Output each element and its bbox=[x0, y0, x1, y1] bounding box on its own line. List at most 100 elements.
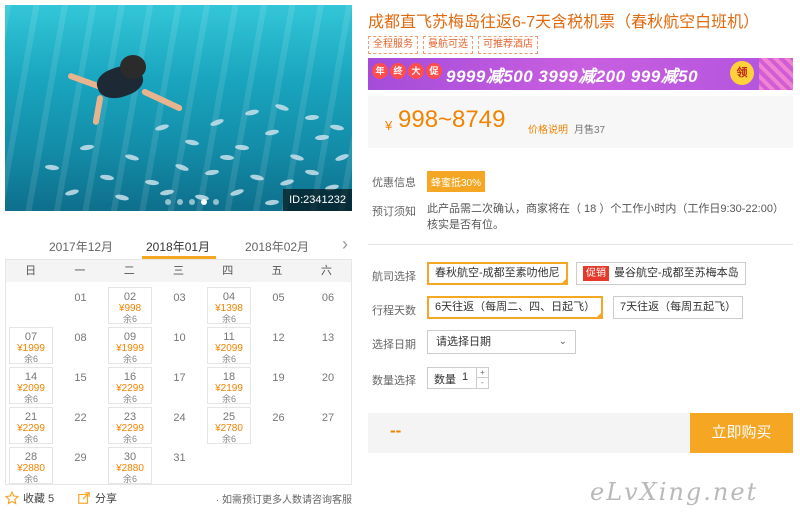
airline-option-spring[interactable]: 春秋航空-成都至素叻他尼 bbox=[427, 262, 568, 285]
day-price-value: 2880 bbox=[22, 463, 45, 474]
buy-now-button[interactable]: 立即购买 bbox=[690, 413, 793, 453]
calendar-day[interactable]: 25 ¥2780 余6 bbox=[207, 407, 251, 444]
calendar-day: 13 bbox=[306, 327, 350, 364]
increment-button[interactable]: + bbox=[476, 368, 488, 378]
day-stock: 余6 bbox=[221, 434, 236, 444]
day-price: ¥2299 bbox=[109, 423, 151, 434]
day-number: 23 bbox=[123, 411, 137, 423]
duration-option-7d[interactable]: 7天往返（每周五起飞） bbox=[613, 296, 744, 319]
day-price-value: 1999 bbox=[121, 343, 144, 354]
favorite-button[interactable]: 收藏 5 bbox=[5, 490, 54, 506]
day-stock: 余6 bbox=[23, 434, 38, 444]
day-price: ¥2099 bbox=[208, 343, 250, 354]
date-select[interactable]: 请选择日期 ⌄ bbox=[427, 330, 576, 354]
divider bbox=[368, 244, 793, 245]
calendar-day: 12 bbox=[257, 327, 301, 364]
day-stock: 余6 bbox=[122, 314, 137, 324]
slide-indicator[interactable] bbox=[165, 199, 219, 205]
calendar-day[interactable]: 14 ¥2099 余6 bbox=[9, 367, 53, 404]
slide-dot[interactable] bbox=[177, 199, 183, 205]
product-photo[interactable]: ID:2341232 bbox=[5, 5, 352, 211]
day-stock: 余6 bbox=[221, 354, 236, 364]
coupon-coin-icon[interactable]: 领 bbox=[730, 61, 754, 85]
day-stock: 余6 bbox=[221, 394, 236, 404]
weekday-label: 一 bbox=[74, 265, 86, 277]
duration-label: 行程天数 bbox=[372, 305, 416, 317]
day-number: 17 bbox=[173, 372, 186, 384]
duration-option-label: 7天往返（每周五起飞） bbox=[620, 301, 737, 313]
calendar-footer: 收藏 5 分享 · 如需预订更多人数请咨询客服 bbox=[5, 488, 352, 508]
product-title: 成都直飞苏梅岛往返6-7天含税机票（春秋航空白班机） bbox=[368, 14, 760, 31]
day-price-value: 2099 bbox=[220, 343, 243, 354]
calendar-day[interactable]: 09 ¥1999 余6 bbox=[108, 327, 152, 364]
notice-label: 预订须知 bbox=[372, 206, 416, 218]
day-number: 18 bbox=[222, 371, 236, 383]
day-number: 15 bbox=[74, 372, 87, 384]
calendar-day[interactable]: 07 ¥1999 余6 bbox=[9, 327, 53, 364]
day-price-value: 2780 bbox=[220, 423, 243, 434]
chevron-right-icon[interactable]: › bbox=[342, 234, 348, 255]
monthly-sales: 月售37 bbox=[574, 125, 606, 136]
share-button[interactable]: 分享 bbox=[77, 490, 117, 506]
day-number: 22 bbox=[74, 412, 87, 424]
day-price-value: 2299 bbox=[22, 423, 45, 434]
decrement-button[interactable]: - bbox=[476, 378, 488, 388]
quantity-label: 数量选择 bbox=[372, 375, 416, 387]
quantity-stepper[interactable]: 数量 1 + - bbox=[427, 367, 489, 389]
day-price-value: 1999 bbox=[22, 343, 45, 354]
month-tab-current[interactable]: 2018年01月 bbox=[146, 238, 210, 255]
calendar-day: 22 bbox=[59, 407, 103, 444]
month-tab-prev[interactable]: 2017年12月 bbox=[49, 238, 113, 255]
promo-offers: 9999减500 3999减200 999减50 bbox=[446, 67, 699, 86]
price-calendar: 日一二三四五六 01 02 ¥998 余6 03 04 ¥1398 余6 05 06 07 ¥1999… bbox=[5, 259, 352, 485]
discount-label: 优惠信息 bbox=[372, 177, 416, 189]
slide-dot[interactable] bbox=[213, 199, 219, 205]
day-number: 14 bbox=[24, 371, 38, 383]
day-price: ¥2099 bbox=[10, 383, 52, 394]
quantity-field-label: 数量 bbox=[434, 374, 456, 386]
day-price-value: 2880 bbox=[121, 463, 144, 474]
calendar-day: 01 bbox=[59, 287, 103, 324]
day-number: 09 bbox=[123, 331, 137, 343]
duration-option-6d[interactable]: 6天往返（每周二、四、日起飞） bbox=[427, 296, 604, 319]
slide-dot[interactable] bbox=[189, 199, 195, 205]
day-number: 19 bbox=[272, 372, 285, 384]
day-number: 26 bbox=[272, 412, 285, 424]
calendar-day[interactable]: 21 ¥2299 余6 bbox=[9, 407, 53, 444]
day-stock: 余6 bbox=[23, 394, 38, 404]
quantity-value[interactable]: 1 bbox=[462, 371, 468, 383]
weekday-label: 三 bbox=[172, 265, 184, 277]
day-number: 04 bbox=[222, 291, 236, 303]
calendar-day[interactable]: 18 ¥2199 余6 bbox=[207, 367, 251, 404]
calendar-day: 27 bbox=[306, 407, 350, 444]
calendar-day[interactable]: 11 ¥2099 余6 bbox=[207, 327, 251, 364]
day-number: 02 bbox=[123, 291, 137, 303]
day-price-value: 2199 bbox=[220, 383, 243, 394]
slide-dot[interactable] bbox=[165, 199, 171, 205]
weekday-label: 二 bbox=[123, 265, 135, 277]
calendar-day: 10 bbox=[158, 327, 202, 364]
contact-note[interactable]: · 如需预订更多人数请咨询客服 bbox=[216, 491, 352, 506]
day-price: ¥2299 bbox=[109, 383, 151, 394]
day-number: 06 bbox=[321, 292, 335, 304]
day-number: 25 bbox=[222, 411, 236, 423]
calendar-day[interactable]: 28 ¥2880 余6 bbox=[9, 447, 53, 484]
service-tag: 可推荐酒店 bbox=[478, 36, 538, 54]
calendar-day[interactable]: 02 ¥998 余6 bbox=[108, 287, 152, 324]
day-number: 01 bbox=[74, 292, 87, 304]
calendar-day[interactable]: 04 ¥1398 余6 bbox=[207, 287, 251, 324]
day-stock: 余6 bbox=[122, 474, 137, 484]
airline-option-bangkok[interactable]: 促销 曼谷航空-成都至苏梅本岛 bbox=[576, 262, 746, 285]
calendar-day[interactable]: 16 ¥2299 余6 bbox=[108, 367, 152, 404]
calendar-day[interactable]: 30 ¥2880 余6 bbox=[108, 447, 152, 484]
day-stock: 余6 bbox=[122, 434, 137, 444]
calendar-day[interactable]: 23 ¥2299 余6 bbox=[108, 407, 152, 444]
slide-dot[interactable] bbox=[201, 199, 207, 205]
calendar-day: 17 bbox=[158, 367, 202, 404]
day-number: 07 bbox=[24, 331, 38, 343]
promo-banner[interactable]: 年终大促 9999减500 3999减200 999减50 领 bbox=[368, 58, 793, 90]
month-tab-next[interactable]: 2018年02月 bbox=[245, 238, 309, 255]
weekday-label: 日 bbox=[25, 265, 37, 277]
airline-option-label: 春秋航空-成都至素叻他尼 bbox=[435, 267, 560, 279]
price-explain-link[interactable]: 价格说明 bbox=[528, 121, 568, 136]
